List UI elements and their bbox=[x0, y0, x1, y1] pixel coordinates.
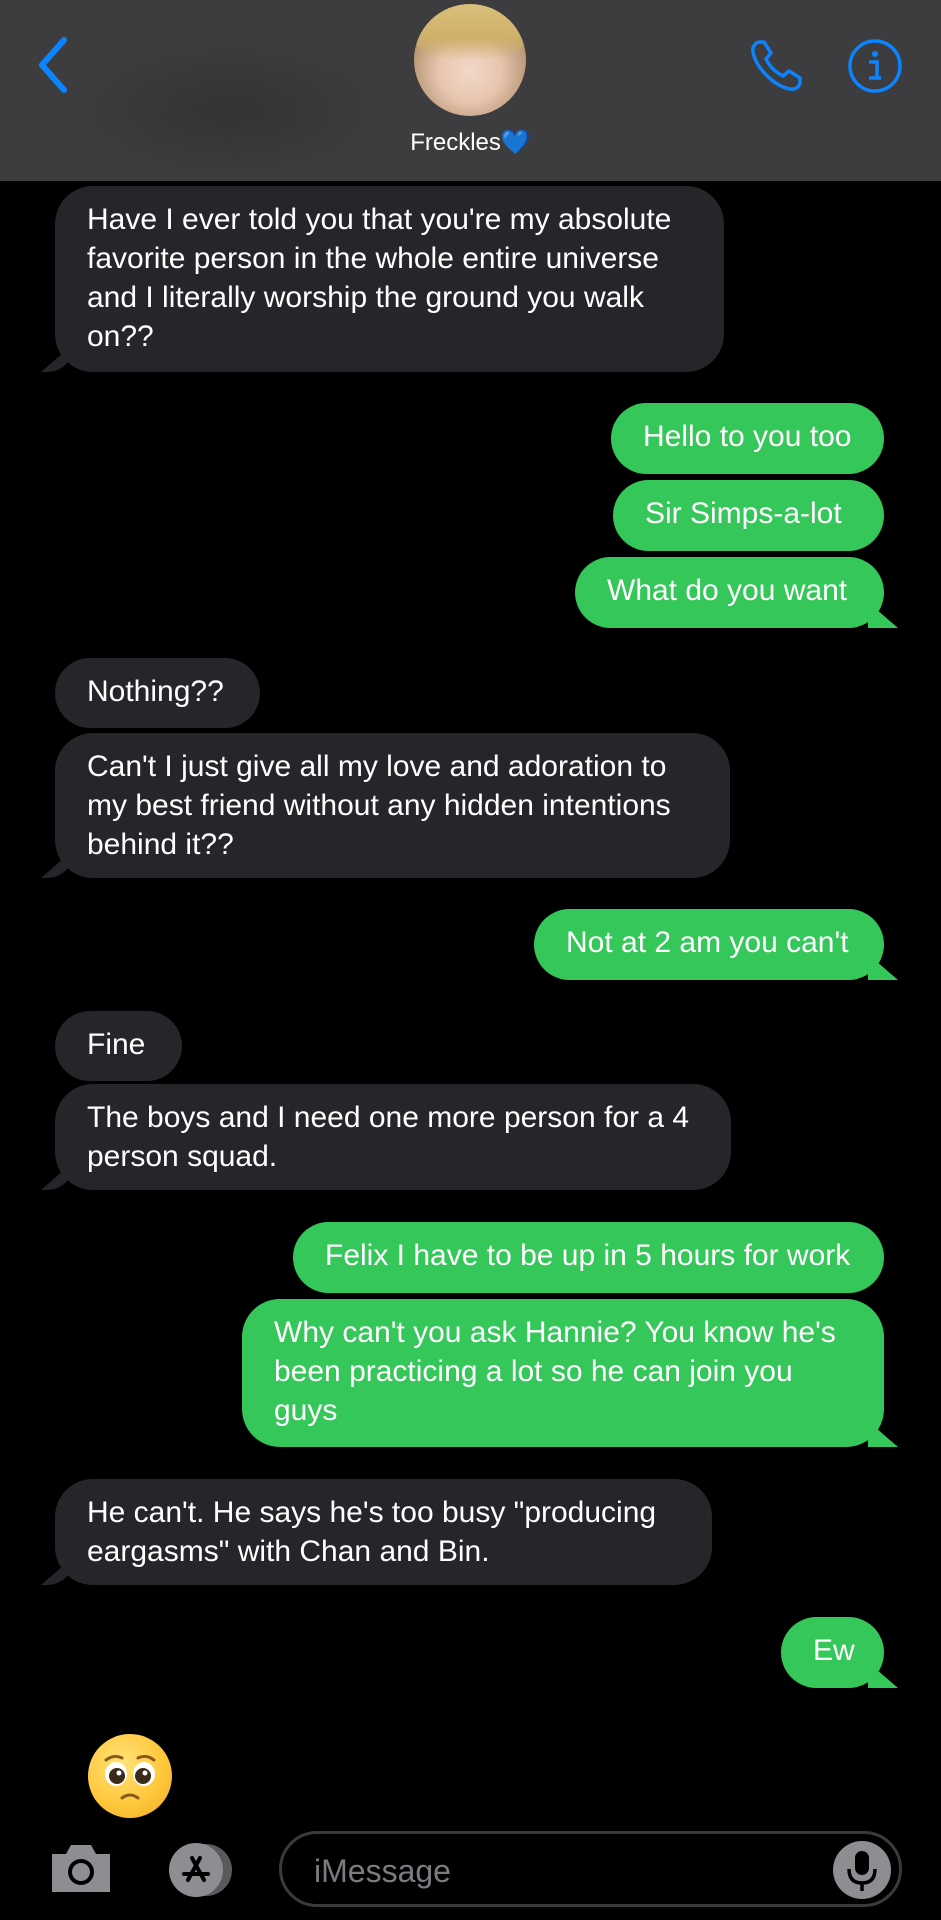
message-input[interactable] bbox=[312, 1846, 796, 1896]
received-message[interactable]: Have I ever told you that you're my abso… bbox=[55, 186, 724, 372]
info-icon[interactable] bbox=[847, 38, 903, 94]
sent-message[interactable]: Not at 2 am you can't bbox=[534, 909, 884, 980]
app-store-icon[interactable] bbox=[158, 1840, 244, 1900]
message-input-box[interactable] bbox=[279, 1831, 902, 1907]
pleading-face-emoji[interactable] bbox=[88, 1734, 172, 1818]
phone-icon[interactable] bbox=[746, 36, 806, 96]
sent-message[interactable]: Why can't you ask Hannie? You know he's … bbox=[242, 1299, 884, 1447]
received-message[interactable]: Can't I just give all my love and adorat… bbox=[55, 733, 730, 878]
sent-message[interactable]: Ew bbox=[781, 1617, 884, 1688]
sent-message[interactable]: Felix I have to be up in 5 hours for wor… bbox=[293, 1222, 884, 1293]
sent-message[interactable]: What do you want bbox=[575, 557, 884, 628]
conversation-header: Freckles💙 bbox=[0, 0, 941, 181]
microphone-icon[interactable] bbox=[833, 1841, 891, 1899]
contact-name[interactable]: Freckles💙 bbox=[0, 128, 941, 157]
blurred-region bbox=[70, 40, 390, 180]
sent-message[interactable]: Hello to you too bbox=[611, 403, 884, 474]
received-message[interactable]: He can't. He says he's too busy "produci… bbox=[55, 1479, 712, 1585]
camera-icon[interactable] bbox=[46, 1838, 116, 1898]
sent-message[interactable]: Sir Simps-a-lot bbox=[613, 480, 884, 551]
received-message[interactable]: The boys and I need one more person for … bbox=[55, 1084, 731, 1190]
received-message[interactable]: Fine bbox=[55, 1011, 182, 1081]
received-message[interactable]: Nothing?? bbox=[55, 658, 260, 728]
avatar[interactable] bbox=[414, 4, 526, 116]
chevron-left-icon[interactable] bbox=[30, 30, 80, 100]
